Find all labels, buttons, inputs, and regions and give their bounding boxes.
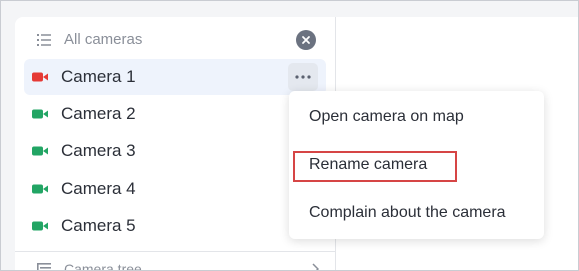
camera-icon (32, 184, 48, 194)
camera-label: Camera 3 (61, 141, 136, 160)
camera-label: Camera 2 (61, 104, 136, 123)
camera-icon (32, 72, 48, 82)
list-icon (37, 34, 51, 46)
menu-item-open-on-map[interactable]: Open camera on map (309, 108, 464, 126)
menu-item-complain[interactable]: Complain about the camera (309, 204, 506, 222)
menu-item-rename-camera[interactable]: Rename camera (309, 156, 427, 174)
divider (15, 251, 335, 252)
camera-row-5[interactable]: Camera 5 (24, 208, 326, 244)
chevron-right-icon (312, 263, 319, 270)
camera-context-menu: Open camera on map Rename camera Complai… (289, 91, 544, 239)
camera-label: Camera 1 (61, 67, 136, 86)
more-horizontal-icon (295, 75, 311, 79)
camera-row-3[interactable]: Camera 3 (24, 133, 326, 169)
camera-label: Camera 5 (61, 216, 136, 235)
camera-row-2[interactable]: Camera 2 (24, 96, 326, 132)
camera-tree-row[interactable]: Camera tree (15, 257, 335, 271)
close-icon (302, 36, 310, 44)
all-cameras-label: All cameras (64, 31, 143, 48)
more-options-button[interactable] (288, 63, 318, 91)
camera-row-1[interactable]: Camera 1 (24, 59, 326, 95)
camera-tree-label: Camera tree (64, 261, 142, 271)
clear-button[interactable] (296, 30, 316, 50)
all-cameras-row[interactable]: All cameras (15, 25, 335, 55)
app-frame: All cameras Camera 1 Camera 2 Camera 3 C… (0, 0, 579, 271)
tree-icon (37, 263, 51, 270)
camera-list-panel: All cameras Camera 1 Camera 2 Camera 3 C… (15, 17, 335, 271)
camera-label: Camera 4 (61, 179, 136, 198)
camera-row-4[interactable]: Camera 4 (24, 171, 326, 207)
camera-icon (32, 146, 48, 156)
top-strip (1, 1, 578, 17)
camera-icon (32, 109, 48, 119)
camera-icon (32, 221, 48, 231)
